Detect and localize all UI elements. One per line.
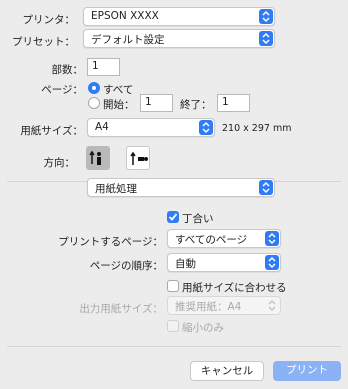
scale-to-fit-label: 用紙サイズに合わせる [182,282,287,294]
section-menu-value: 用紙処理 [95,183,137,195]
paper-size-popup[interactable]: A4 [87,118,215,137]
orientation-label: 方向： [43,157,76,169]
landscape-person-icon [130,151,148,165]
copies-field[interactable]: 1 [87,58,120,76]
paper-size-value: A4 [95,121,109,133]
pages-from-field[interactable]: 1 [140,94,173,112]
pages-from-label: 開始： [103,99,135,111]
preset-label: プリセット： [12,36,75,48]
portrait-person-icon [89,150,101,165]
pages-range-radio[interactable] [88,97,100,109]
portrait-orientation-button[interactable] [86,146,110,170]
chevron-updown-icon [259,31,273,46]
pages-all-radio[interactable] [88,82,100,94]
scale-down-only-label: 縮小のみ [182,322,224,334]
separator [7,346,341,347]
cancel-button[interactable]: キャンセル [190,361,264,381]
pages-all-label: すべて [103,84,134,96]
page-order-value: 自動 [175,258,196,270]
output-paper-size-label: 出力用紙サイズ： [79,303,163,315]
preset-popup[interactable]: デフォルト設定 [83,29,275,48]
pages-to-label: 終了： [180,99,212,111]
printer-label: プリンタ： [22,14,76,26]
chevron-updown-icon [265,255,279,270]
chevron-updown-icon [265,298,279,313]
chevron-updown-icon [259,180,273,195]
page-order-popup[interactable]: 自動 [167,253,281,272]
checkmark-icon [168,213,178,221]
preset-value: デフォルト設定 [91,34,165,46]
paper-size-label: 用紙サイズ： [20,125,83,137]
output-paper-size-value: 推奨用紙：A4 [175,301,242,313]
page-order-label: ページの順序： [89,260,163,272]
output-paper-size-popup[interactable]: 推奨用紙：A4 [167,296,281,315]
pages-to-print-popup[interactable]: すべてのページ [167,229,281,248]
pages-to-print-label: プリントするページ： [58,236,163,248]
scale-to-fit-checkbox[interactable] [167,280,179,292]
section-menu-popup[interactable]: 用紙処理 [87,178,275,197]
collate-checkbox[interactable] [167,211,179,223]
chevron-updown-icon [265,231,279,246]
chevron-updown-icon [199,120,213,135]
pages-to-field[interactable]: 1 [217,94,250,112]
print-button[interactable]: プリント [273,361,341,381]
chevron-updown-icon [259,9,273,24]
scale-down-only-checkbox[interactable] [167,320,179,332]
landscape-orientation-button[interactable] [126,146,150,170]
paper-dimensions: 210 x 297 mm [222,123,292,134]
pages-to-print-value: すべてのページ [175,234,248,246]
printer-popup[interactable]: EPSON XXXX [83,7,275,26]
pages-label: ページ： [41,84,83,96]
collate-label: 丁合い [182,213,214,225]
printer-value: EPSON XXXX [91,10,159,22]
copies-label: 部数： [51,64,84,76]
